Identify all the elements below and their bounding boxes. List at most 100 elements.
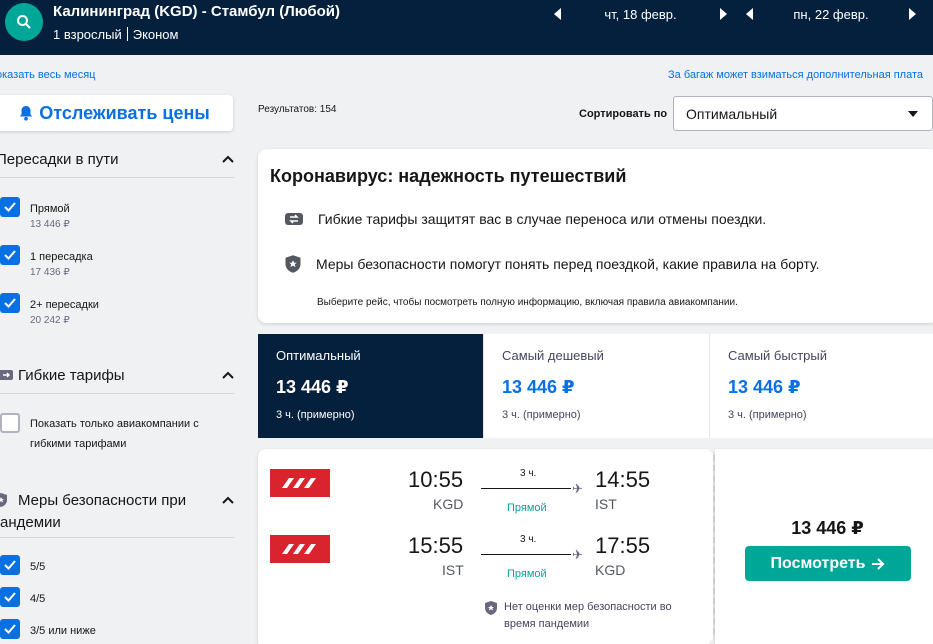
covid-row-flexible-text: Гибкие тарифы защитят вас в случае перен… [318,211,767,227]
flexible-ticket-icon [0,370,13,380]
inbound-arrival-time: 17:55 [595,533,651,558]
flexible-ticket-icon [285,213,303,225]
next-return-date-icon[interactable] [909,8,916,20]
stops-direct-checkbox[interactable] [0,197,20,217]
inbound-departure-code: IST [442,562,464,578]
airline-logo-icon [282,544,316,554]
flexible-only-label-line2: гибкими тарифами [30,438,127,450]
search-button[interactable] [5,3,43,41]
stops-filter-header[interactable]: Пересадки в пути [0,151,236,168]
flexible-only-label: Показать только авиакомпании с гибкими т… [30,416,199,452]
airline-logo-icon [282,478,316,488]
tab-cheapest-name: Самый дешевый [502,348,604,363]
flexible-only-label-line1: Показать только авиакомпании с [30,418,199,430]
shield-icon [0,493,7,507]
tab-best-duration: 3 ч. (примерно) [276,409,355,421]
outbound-duration: 3 ч. [520,468,537,479]
safety-rating-text: Нет оценки мер безопасности во время пан… [504,601,672,630]
check-icon [4,560,16,570]
check-icon [4,202,16,212]
sort-tabs: Оптимальный 13 446 ₽ 3 ч. (примерно) Сам… [258,334,933,438]
tab-best-price: 13 446 ₽ [276,377,349,397]
outbound-stops: Прямой [507,502,547,514]
track-prices-button[interactable]: Отслеживать цены [0,95,233,131]
stops-direct-price: 13 446 ₽ [30,219,70,230]
safety-rating-note: Нет оценки мер безопасности во время пан… [484,599,694,633]
airline-logo [270,535,330,563]
baggage-fees-link[interactable]: За багаж может взиматься дополнительная … [668,69,923,81]
view-deal-label: Посмотреть [770,554,866,572]
flexible-filter-header[interactable]: Гибкие тарифы [0,367,236,384]
outbound-departure-time: 10:55 [408,467,464,492]
inbound-arrival-code: KGD [595,562,626,578]
search-icon [17,15,31,29]
sort-label: Сортировать по [579,108,668,120]
depart-date[interactable]: чт, 18 февр. [561,7,720,22]
search-header: Калининград (KGD) - Стамбул (Любой) 1 вз… [0,0,933,55]
divider [126,27,128,41]
tab-best-name: Оптимальный [276,348,361,363]
cabin-class: Эконом [132,27,179,42]
track-prices-label: Отслеживать цены [39,102,210,123]
tab-fastest-name: Самый быстрый [728,348,827,363]
plane-icon: ✈ [572,481,583,496]
return-date[interactable]: пн, 22 февр. [753,7,909,22]
safety-3-checkbox[interactable] [0,619,20,639]
sort-selected-value: Оптимальный [686,106,778,122]
tab-cheapest-price: 13 446 ₽ [502,377,575,397]
plane-icon: ✈ [572,547,583,562]
check-icon [4,624,16,634]
covid-info-card: Коронавирус: надежность путешествий Гибк… [258,149,933,323]
flexible-only-checkbox[interactable] [0,413,20,433]
next-depart-date-icon[interactable] [720,8,727,20]
sort-select[interactable]: Оптимальный [673,96,933,131]
show-month-link[interactable]: оказать весь месяц [0,69,95,81]
passenger-summary[interactable]: 1 взрослый Эконом [53,27,178,42]
safety-5-label: 5/5 [30,561,46,573]
tab-best[interactable]: Оптимальный 13 446 ₽ 3 ч. (примерно) [258,334,484,438]
results-count: Результатов: 154 [258,104,337,115]
stops-one-checkbox[interactable] [0,245,20,265]
prev-depart-date-icon[interactable] [554,8,561,20]
arrow-right-icon [872,557,885,570]
prev-return-date-icon[interactable] [746,8,753,20]
covid-row-safety-text: Меры безопасности помогут понять перед п… [316,256,820,272]
chevron-up-icon[interactable] [222,371,234,379]
safety-4-label: 4/5 [30,593,46,605]
bell-icon [20,106,33,121]
safety-5-checkbox[interactable] [0,555,20,575]
safety-4-checkbox[interactable] [0,587,20,607]
stops-one-label: 1 пересадка [30,251,93,263]
stops-filter-title: Пересадки в пути [0,151,119,168]
chevron-up-icon[interactable] [222,155,234,163]
tab-fastest[interactable]: Самый быстрый 13 446 ₽ 3 ч. (примерно) [710,334,933,438]
outbound-route-line [481,488,571,489]
covid-title: Коронавирус: надежность путешествий [270,166,627,186]
inbound-departure-time: 15:55 [408,533,464,558]
flexible-filter-title: Гибкие тарифы [18,367,125,384]
covid-note: Выберите рейс, чтобы посмотреть полную и… [317,297,738,308]
tab-fastest-duration: 3 ч. (примерно) [728,409,807,421]
depart-date-nav: чт, 18 февр. [554,4,727,24]
stops-direct-label: Прямой [30,203,70,215]
return-date-nav: пн, 22 февр. [746,4,916,24]
check-icon [4,592,16,602]
divider [0,537,234,538]
caret-down-icon [908,111,918,117]
inbound-route-line [481,554,571,555]
passengers-count: 1 взрослый [53,27,122,42]
stops-two-plus-price: 20 242 ₽ [30,315,70,326]
safety-filter-title-line1: Меры безопасности при [18,492,187,509]
tab-fastest-price: 13 446 ₽ [728,377,801,397]
chevron-up-icon[interactable] [222,496,234,504]
covid-row-safety: Меры безопасности помогут понять перед п… [284,254,820,274]
tab-cheapest[interactable]: Самый дешевый 13 446 ₽ 3 ч. (примерно) [484,334,710,438]
route-title[interactable]: Калининград (KGD) - Стамбул (Любой) [53,3,340,20]
flight-result-card[interactable]: 10:55 KGD 3 ч. ✈ Прямой 14:55 IST 15:55 … [258,449,713,644]
shield-icon [485,601,497,615]
safety-filter-header[interactable]: Меры безопасности при андемии [0,490,236,534]
airline-logo [270,469,330,497]
stops-two-plus-checkbox[interactable] [0,293,20,313]
view-deal-button[interactable]: Посмотреть [745,546,911,581]
outbound-departure-code: KGD [433,496,464,512]
